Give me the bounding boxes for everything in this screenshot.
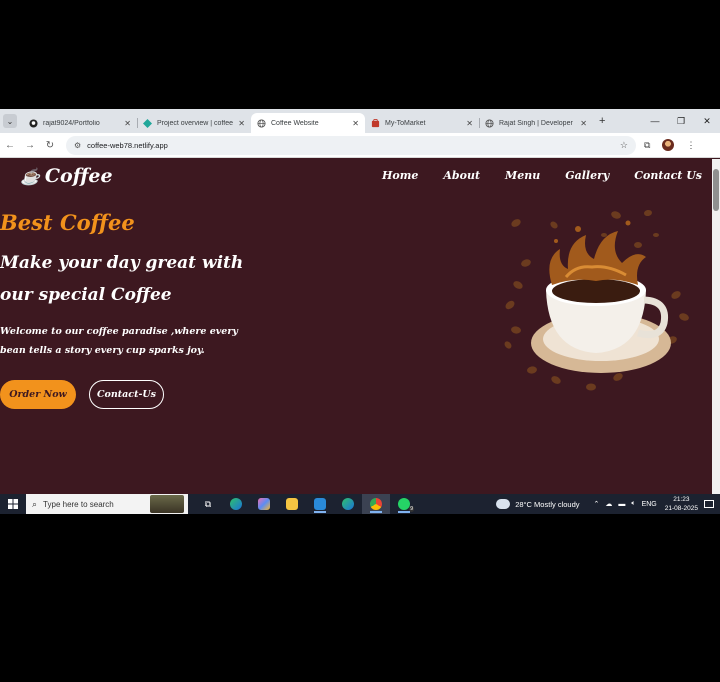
address-bar[interactable]: ⚙ coffee-web78.netlify.app ☆ bbox=[66, 135, 636, 155]
back-icon[interactable]: ← bbox=[0, 140, 20, 151]
tab-title: Rajat Singh | Developer bbox=[499, 119, 573, 127]
globe-icon bbox=[257, 118, 266, 128]
close-icon[interactable]: ✕ bbox=[580, 119, 587, 128]
tab-project-overview[interactable]: Project overview | coffee ✕ bbox=[137, 113, 251, 133]
cloud-sync-icon[interactable]: ☁ bbox=[605, 500, 612, 508]
clock-date: 21-08-2025 bbox=[664, 505, 698, 512]
window-controls: — ❐ ✕ bbox=[642, 109, 720, 133]
cloud-icon bbox=[496, 499, 511, 509]
network-icon[interactable]: ▬ bbox=[618, 501, 625, 508]
windows-taskbar: ⌕ Type here to search ⧉ 9 28°C Mostly cl… bbox=[0, 494, 720, 514]
start-button[interactable] bbox=[0, 494, 26, 514]
chrome-icon[interactable] bbox=[362, 494, 390, 514]
close-icon[interactable]: ✕ bbox=[124, 119, 131, 128]
nav-contact-us[interactable]: Contact Us bbox=[634, 169, 702, 182]
nav-menu[interactable]: Menu bbox=[505, 169, 540, 182]
nav-home[interactable]: Home bbox=[382, 169, 418, 182]
tab-title: rajat9024/Portfolio bbox=[43, 119, 100, 127]
tab-rajat-singh[interactable]: Rajat Singh | Developer ✕ bbox=[479, 113, 593, 133]
minimize-icon[interactable]: — bbox=[642, 109, 668, 133]
tab-portfolio[interactable]: rajat9024/Portfolio ✕ bbox=[23, 113, 137, 133]
search-placeholder: Type here to search bbox=[43, 499, 114, 509]
contact-us-button[interactable]: Contact-Us bbox=[89, 380, 164, 409]
notification-icon[interactable] bbox=[704, 500, 714, 508]
browser-toolbar: ← → ↻ ⚙ coffee-web78.netlify.app ☆ ⧉ ⋮ bbox=[0, 133, 720, 158]
coffee-cup-icon: ☕ bbox=[20, 166, 40, 186]
restore-icon[interactable]: ❐ bbox=[668, 109, 694, 133]
search-highlight-image bbox=[150, 495, 184, 513]
site-info-icon[interactable]: ⚙ bbox=[74, 141, 81, 150]
search-icon: ⌕ bbox=[32, 498, 38, 509]
close-window-icon[interactable]: ✕ bbox=[694, 109, 720, 133]
tab-title: Coffee Website bbox=[271, 119, 319, 127]
new-tab-button[interactable]: + bbox=[599, 115, 605, 127]
scrollbar-thumb[interactable] bbox=[713, 169, 719, 211]
coffee-cup-illustration bbox=[504, 209, 689, 391]
cart-icon bbox=[371, 118, 380, 128]
order-now-button[interactable]: Order Now bbox=[0, 380, 76, 409]
github-icon bbox=[29, 118, 38, 128]
clock[interactable]: 21:23 21-08-2025 bbox=[665, 495, 698, 513]
windows-icon bbox=[8, 499, 18, 509]
hero-eyebrow: Best Coffee bbox=[0, 210, 135, 235]
volume-icon[interactable]: 🔈︎ bbox=[631, 500, 635, 508]
reload-icon[interactable]: ↻ bbox=[40, 140, 60, 151]
weather-widget[interactable]: 28°C Mostly cloudy bbox=[496, 499, 580, 509]
weather-text: 28°C Mostly cloudy bbox=[515, 499, 580, 509]
tab-coffee-website[interactable]: Coffee Website ✕ bbox=[251, 113, 365, 133]
tab-search-button[interactable]: ⌄ bbox=[3, 114, 17, 128]
tab-strip: ⌄ rajat9024/Portfolio ✕ Project overview… bbox=[0, 109, 720, 133]
clock-time: 21:23 bbox=[673, 496, 690, 503]
tab-title: My-ToMarket bbox=[385, 119, 426, 127]
hero-title: Make your day great with our special Cof… bbox=[0, 253, 244, 305]
close-icon[interactable]: ✕ bbox=[466, 119, 473, 128]
logo-text: Coffee bbox=[44, 165, 113, 187]
language-indicator[interactable]: ENG bbox=[642, 501, 657, 508]
whatsapp-icon[interactable]: 9 bbox=[390, 494, 418, 514]
taskbar-search[interactable]: ⌕ Type here to search bbox=[26, 494, 188, 514]
copilot-icon[interactable] bbox=[250, 494, 278, 514]
nav-gallery[interactable]: Gallery bbox=[565, 169, 609, 182]
file-explorer-icon[interactable] bbox=[278, 494, 306, 514]
menu-icon[interactable]: ⋮ bbox=[686, 140, 695, 151]
tab-title: Project overview | coffee bbox=[157, 119, 234, 127]
site-logo[interactable]: ☕ Coffee bbox=[20, 165, 113, 187]
close-icon[interactable]: ✕ bbox=[352, 119, 359, 128]
extensions-icon[interactable]: ⧉ bbox=[644, 140, 650, 151]
hero-description: Welcome to our coffee paradise ,where ev… bbox=[0, 326, 238, 356]
vscode-icon[interactable] bbox=[306, 494, 334, 514]
main-nav: Home About Menu Gallery Contact Us bbox=[357, 169, 702, 182]
page-scrollbar[interactable] bbox=[712, 159, 720, 494]
screen: ⌄ rajat9024/Portfolio ✕ Project overview… bbox=[0, 109, 720, 514]
url-text: coffee-web78.netlify.app bbox=[87, 140, 168, 150]
task-view-icon[interactable]: ⧉ bbox=[194, 494, 222, 514]
nav-about[interactable]: About bbox=[443, 169, 480, 182]
whatsapp-badge: 9 bbox=[409, 506, 414, 512]
coffee-page: ☕ Coffee Home About Menu Gallery Contact… bbox=[0, 159, 712, 494]
netlify-icon bbox=[143, 118, 152, 128]
tab-my-tomarket[interactable]: My-ToMarket ✕ bbox=[365, 113, 479, 133]
system-tray: 28°C Mostly cloudy ⌃ ☁ ▬ 🔈︎ ENG 21:23 21… bbox=[496, 494, 720, 514]
edge-icon[interactable] bbox=[222, 494, 250, 514]
bookmark-star-icon[interactable]: ☆ bbox=[620, 140, 628, 151]
globe-icon bbox=[485, 118, 494, 128]
close-icon[interactable]: ✕ bbox=[238, 119, 245, 128]
profile-avatar[interactable] bbox=[662, 139, 675, 151]
chevron-up-icon[interactable]: ⌃ bbox=[594, 500, 600, 508]
edge-alt-icon[interactable] bbox=[334, 494, 362, 514]
forward-icon[interactable]: → bbox=[20, 140, 40, 151]
